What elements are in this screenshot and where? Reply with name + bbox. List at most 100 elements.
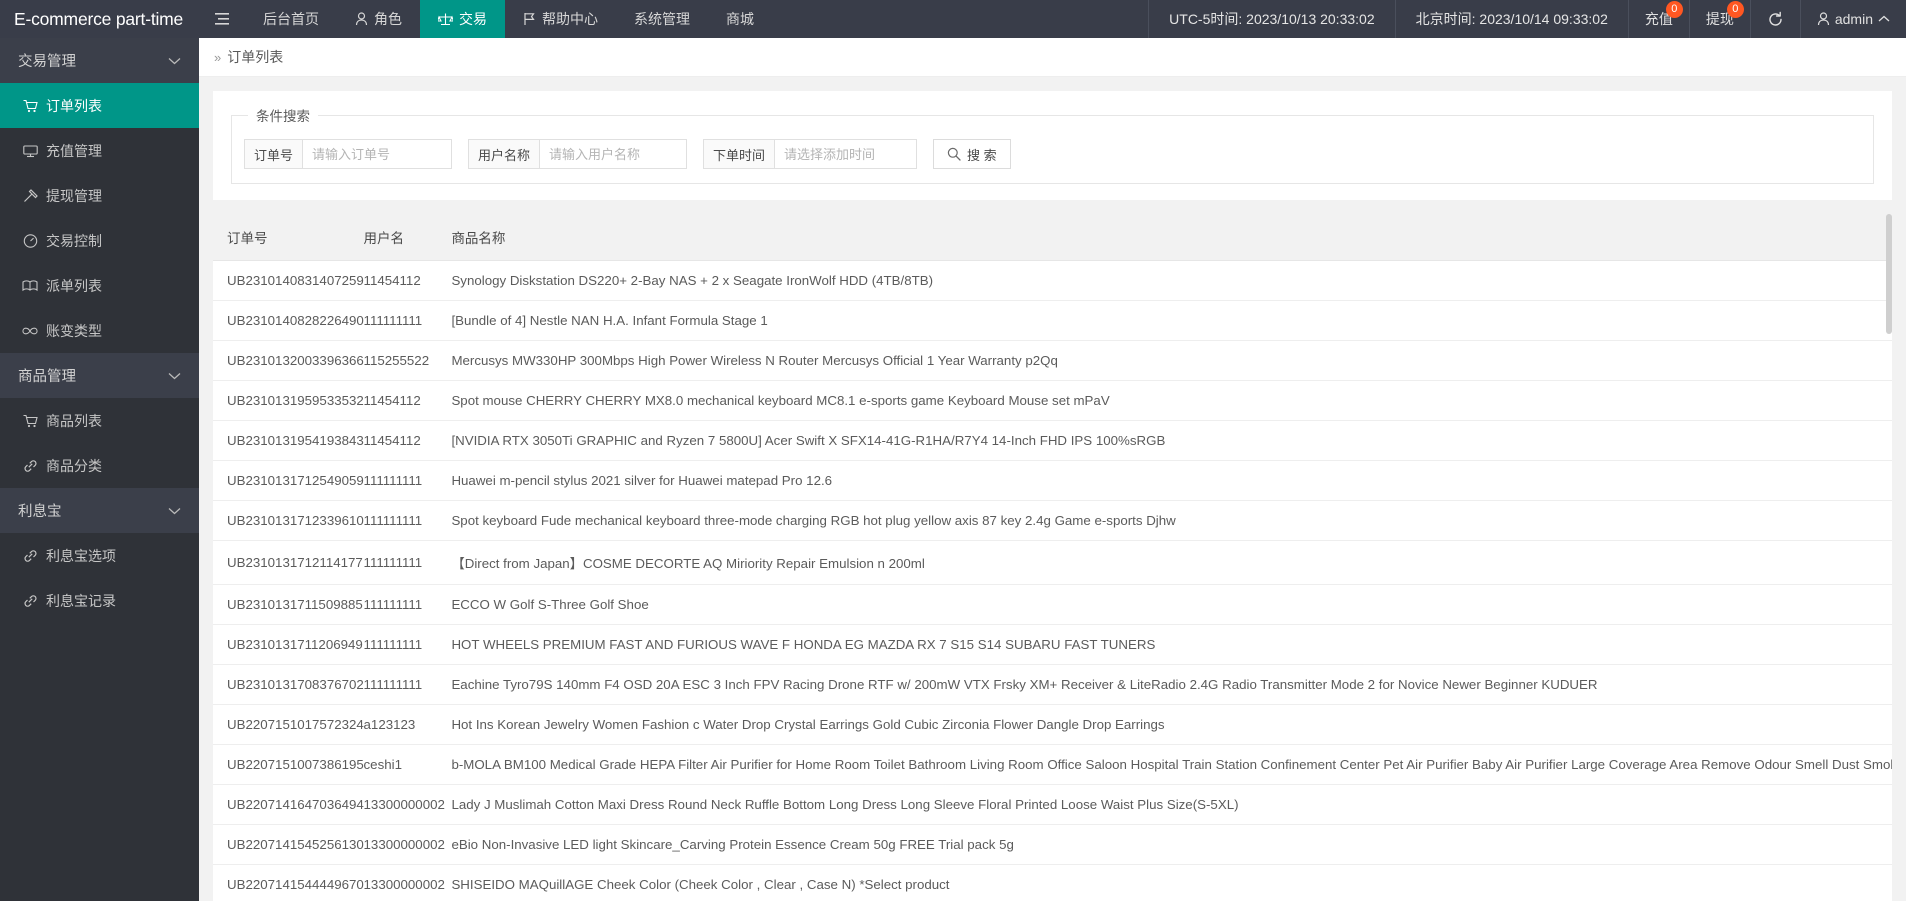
table-row[interactable]: UB2310140831407259 11454112 Synology Disks…: [213, 260, 1892, 301]
table-row[interactable]: UB2310131954193843 11454112 [NVIDIA RTX 30…: [213, 420, 1892, 461]
gauge-icon: [22, 233, 38, 248]
refresh-icon: [1769, 11, 1782, 26]
sidebar-item-product-category[interactable]: 商品分类: [0, 443, 199, 488]
cell-product-name: SHISEIDO MAQuillAGE Cheek Color (Cheek C…: [437, 864, 1892, 901]
order-number-input[interactable]: [302, 139, 453, 169]
table-row[interactable]: UB2310131712549059 111111111 Huawei m-penc…: [213, 460, 1892, 501]
beijing-time-display: 北京时间: 2023/10/14 09:33:02: [1394, 0, 1628, 38]
table-row[interactable]: UB2207141544449670 13300000002 SHISEIDO MA…: [213, 864, 1892, 901]
table-row[interactable]: UB2207141647036494 13300000002 Lady J Musl…: [213, 784, 1892, 825]
sidebar-item-account-change-type[interactable]: 账变类型: [0, 308, 199, 353]
sidebar-item-dispatch-list[interactable]: 派单列表: [0, 263, 199, 308]
app-brand-title: E-commerce part-time: [0, 0, 199, 38]
recharge-button[interactable]: 充值 0: [1627, 0, 1689, 38]
sidebar-group-transaction-management[interactable]: 交易管理: [0, 38, 199, 83]
orders-table-container: 订单号 用户名 商品名称 UB2310140831407259 11454112 S…: [213, 214, 1892, 901]
table-vertical-scrollbar[interactable]: [1886, 214, 1892, 901]
search-button-label: 搜 索: [967, 147, 997, 163]
nav-label: 角色: [374, 11, 402, 27]
sidebar-group-interest-treasure[interactable]: 利息宝: [0, 488, 199, 533]
cell-product-name: Hot Ins Korean Jewelry Women Fashion c W…: [437, 704, 1892, 745]
table-row[interactable]: UB2310131711206949 111111111 HOT WHEELS PR…: [213, 624, 1892, 665]
scale-icon: [438, 13, 453, 26]
sidebar-item-product-list[interactable]: 商品列表: [0, 398, 199, 443]
sidebar-item-order-list[interactable]: 订单列表: [0, 83, 199, 128]
sidebar-item-label: 利息宝选项: [46, 547, 116, 564]
recharge-badge: 0: [1665, 1, 1683, 18]
cell-order-number: UB2310140828226490: [213, 300, 364, 341]
sidebar-item-label: 利息宝记录: [46, 592, 116, 609]
table-row[interactable]: UB2207151017572324 a123123 Hot Ins Korean …: [213, 704, 1892, 745]
table-row[interactable]: UB2207151007386195 ceshi1 b-MOLA BM100 Med…: [213, 744, 1892, 785]
chevron-down-icon: [168, 503, 181, 518]
cell-product-name: Lady J Muslimah Cotton Maxi Dress Round …: [437, 784, 1892, 825]
cell-order-number: UB2207141544449670: [213, 864, 364, 901]
nav-label: 后台首页: [263, 11, 319, 27]
cell-order-number: UB2310131712339610: [213, 500, 364, 541]
refresh-button[interactable]: [1749, 0, 1800, 38]
order-time-input[interactable]: [774, 139, 918, 169]
search-button[interactable]: 搜 索: [933, 139, 1011, 169]
search-fieldset: 条件搜索 订单号 用户名称 下单时间: [231, 105, 1874, 184]
cell-product-name: HOT WHEELS PREMIUM FAST AND FURIOUS WAVE…: [437, 624, 1892, 665]
column-header-product-name[interactable]: 商品名称: [437, 214, 1892, 261]
table-row[interactable]: UB2310131959533532 11454112 Spot mouse CHE…: [213, 380, 1892, 421]
cell-order-number: UB2310131959533532: [213, 380, 364, 421]
order-number-label: 订单号: [244, 139, 303, 169]
sidebar-group-label: 利息宝: [18, 504, 62, 520]
table-body: UB2310140831407259 11454112 Synology Disks…: [213, 260, 1892, 901]
withdraw-button[interactable]: 提现 0: [1688, 0, 1750, 38]
cart-icon: [22, 414, 38, 428]
sidebar-group-label: 交易管理: [18, 54, 76, 70]
table-row[interactable]: UB2310131712339610 111111111 Spot keyboard…: [213, 500, 1892, 541]
infinity-icon: [22, 325, 38, 337]
sidebar-item-transaction-control[interactable]: 交易控制: [0, 218, 199, 263]
monitor-icon: [22, 144, 38, 158]
table-row[interactable]: UB2207141545256130 13300000002 eBio Non-In…: [213, 824, 1892, 865]
table-row[interactable]: UB2310131708376702 111111111 Eachine Tyro7…: [213, 664, 1892, 705]
table-row[interactable]: UB2310140828226490 111111111 [Bundle of 4]…: [213, 300, 1892, 341]
sidebar-item-interest-options[interactable]: 利息宝选项: [0, 533, 199, 578]
sidebar-item-label: 提现管理: [46, 187, 102, 204]
column-header-order-number[interactable]: 订单号: [213, 214, 350, 261]
cell-product-name: b-MOLA BM100 Medical Grade HEPA Filter A…: [437, 744, 1892, 785]
table-row[interactable]: UB2310131711509885 111111111 ECCO W Golf S…: [213, 584, 1892, 625]
nav-item-system-management[interactable]: 系统管理: [616, 0, 708, 38]
table-scrollbar-thumb[interactable]: [1886, 214, 1892, 334]
column-header-user-name[interactable]: 用户名: [349, 214, 438, 261]
main-content-area: » 订单列表 条件搜索 订单号 用户名称 下单时间: [199, 38, 1906, 901]
user-menu[interactable]: admin: [1799, 0, 1906, 38]
cell-product-name: 【Direct from Japan】COSME DECORTE AQ Miri…: [437, 540, 1892, 585]
nav-label: 帮助中心: [542, 11, 598, 27]
sidebar-item-withdraw-management[interactable]: 提现管理: [0, 173, 199, 218]
cell-order-number: UB2207151007386195: [213, 744, 364, 785]
nav-label: 交易: [459, 11, 487, 27]
content-wrapper: 条件搜索 订单号 用户名称 下单时间: [199, 77, 1906, 901]
nav-item-mall[interactable]: 商城: [708, 0, 772, 38]
breadcrumb: » 订单列表: [199, 38, 1906, 77]
menu-icon[interactable]: [199, 0, 245, 38]
nav-item-role[interactable]: 角色: [337, 0, 420, 38]
sidebar-item-recharge-management[interactable]: 充值管理: [0, 128, 199, 173]
sidebar-group-product-management[interactable]: 商品管理: [0, 353, 199, 398]
table-head: 订单号 用户名 商品名称: [213, 214, 1892, 261]
page-title: 订单列表: [227, 49, 284, 65]
cell-product-name: Spot mouse CHERRY CHERRY MX8.0 mechanica…: [437, 380, 1892, 421]
cell-product-name: [NVIDIA RTX 3050Ti GRAPHIC and Ryzen 7 5…: [437, 420, 1892, 461]
sidebar-item-interest-records[interactable]: 利息宝记录: [0, 578, 199, 623]
nav-item-transaction[interactable]: 交易: [420, 0, 505, 38]
nav-item-backstage-home[interactable]: 后台首页: [245, 0, 337, 38]
nav-item-help-center[interactable]: 帮助中心: [505, 0, 616, 38]
table-row[interactable]: UB2310131712114177 111111111 【Direct from …: [213, 540, 1892, 585]
order-time-field-group: 下单时间: [703, 139, 918, 169]
user-name-input[interactable]: [539, 139, 688, 169]
sidebar-submenu-interest: 利息宝选项 利息宝记录: [0, 533, 199, 623]
cell-order-number: UB2207141647036494: [213, 784, 364, 825]
cell-product-name: ECCO W Golf S-Three Golf Shoe: [437, 584, 1892, 625]
menu-icon-glyph: [215, 13, 229, 25]
user-name-label: 用户名称: [468, 139, 540, 169]
user-name-label: admin: [1834, 11, 1873, 27]
order-number-field-group: 订单号: [244, 139, 453, 169]
table-row[interactable]: UB2310132003396366 115255522 Mercusys MW33…: [213, 340, 1892, 381]
